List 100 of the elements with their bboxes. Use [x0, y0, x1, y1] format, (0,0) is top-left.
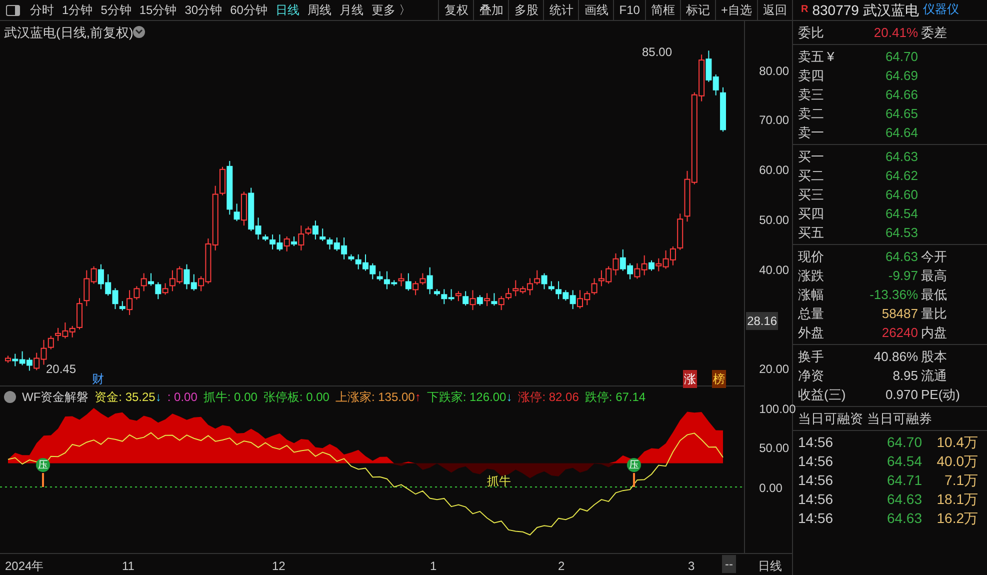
field-label: 委比 [798, 24, 824, 42]
field-label: 股本 [921, 348, 947, 366]
period-tab[interactable]: 周线 [303, 1, 336, 19]
axis-label: 80.00 [759, 63, 790, 80]
collapse-icon[interactable] [4, 391, 16, 403]
current-price-label: 28.16 [746, 312, 778, 330]
field-value: 64.54 [884, 204, 918, 223]
period-tab[interactable]: 15分钟 [135, 1, 181, 19]
axis-label: 12 [272, 558, 286, 575]
axis-label: 50.00 [759, 440, 790, 457]
stock-title: 830779 武汉蓝电 [812, 0, 919, 20]
field-label: 卖一 [798, 124, 824, 142]
chart-title: 武汉蓝电(日线,前复权) [4, 24, 134, 42]
period-tab[interactable]: 日线 [271, 1, 304, 19]
field-label: 收益(三) [798, 386, 846, 404]
field-label: 卖二 [798, 104, 824, 123]
period-label: 日线 [758, 558, 782, 575]
tick-price: 64.63 [886, 509, 922, 528]
period-tab[interactable]: 30分钟 [180, 1, 226, 19]
period-tab[interactable]: 月线 [335, 1, 368, 19]
currency-icon: ¥ [827, 46, 834, 66]
tick-volume: 10.4万 [936, 433, 978, 452]
scroll-end-button[interactable]: -- [722, 555, 736, 573]
period-tab[interactable]: 1分钟 [58, 1, 97, 19]
field-value: 8.95 [892, 366, 918, 385]
toolbar-button[interactable]: 标记 [680, 0, 715, 20]
event-marker: 涨 [683, 370, 697, 388]
arrow-icon: ↓ [506, 388, 512, 406]
axis-label: 70.00 [759, 112, 790, 129]
field-value: 64.53 [884, 224, 918, 242]
legend-value: 张停板: 0.00 [263, 389, 330, 406]
field-label: 买三 [798, 186, 824, 204]
axis-label: 2024年 [5, 558, 44, 575]
toolbar-button[interactable]: 复权 [438, 0, 474, 20]
toolbar-button[interactable]: 画线 [578, 0, 614, 20]
tick-time: 14:56 [798, 509, 834, 528]
tick-price: 64.70 [886, 433, 922, 452]
legend-value: 下跌家: 126.00 [426, 389, 506, 406]
field-value: 58487 [880, 304, 918, 323]
field-value: 20.41% [872, 24, 918, 42]
toolbar-button[interactable]: 统计 [543, 0, 578, 20]
field-label: 换手 [798, 348, 824, 366]
more-button[interactable]: 更多 〉 [367, 1, 415, 19]
dropdown-icon[interactable] [133, 26, 145, 38]
axis-label: 100.00 [759, 401, 796, 418]
legend-value: 跌停: 67.14 [584, 389, 646, 406]
field-label: 今开 [921, 248, 947, 266]
field-label: PE(动) [921, 386, 960, 404]
field-value: 64.66 [884, 86, 918, 104]
arrow-icon: ↓ [155, 388, 162, 406]
field-value: 64.63 [884, 248, 918, 266]
toolbar-button[interactable]: +自选 [714, 0, 757, 20]
tick-volume: 40.0万 [936, 452, 978, 471]
toolbar-button[interactable]: 返回 [757, 0, 792, 20]
indicator-name: WF资金解磐 [22, 389, 89, 406]
field-label: 净资 [798, 366, 824, 385]
field-label: 卖五 [798, 48, 824, 66]
axis-label: 50.00 [759, 212, 790, 229]
field-label: 流通 [921, 366, 947, 385]
field-value: 64.69 [884, 66, 918, 85]
field-label: 最高 [921, 266, 947, 285]
pressure-marker: 压 [36, 458, 50, 472]
field-label: 卖四 [798, 66, 824, 85]
field-label: 现价 [798, 248, 824, 266]
field-value: 64.60 [884, 186, 918, 204]
field-value: 64.62 [884, 166, 918, 185]
field-label: 外盘 [798, 324, 824, 342]
field-value: -9.97 [887, 266, 918, 285]
tick-volume: 16.2万 [936, 509, 978, 528]
legend-value: 涨停: 82.06 [518, 389, 579, 406]
tick-price: 64.63 [886, 490, 922, 509]
arrow-icon: ↑ [414, 388, 421, 406]
field-value: 26240 [880, 324, 918, 342]
axis-label: 60.00 [759, 162, 790, 179]
field-value: 64.64 [884, 124, 918, 142]
toolbar-button[interactable]: 多股 [508, 0, 544, 20]
axis-label: 1 [430, 558, 437, 575]
period-tab[interactable]: 60分钟 [226, 1, 272, 19]
panel-toggle-icon[interactable] [6, 4, 20, 16]
low-price-label: 20.45 [46, 361, 76, 378]
column-header: 当日可融券 [867, 410, 932, 428]
legend-value: 资金: 35.25 [94, 389, 156, 406]
field-label: 涨跌 [798, 266, 824, 285]
period-tab[interactable]: 分时 [26, 1, 58, 19]
legend-value: : 0.00 [167, 389, 198, 406]
toolbar-button[interactable]: F10 [613, 0, 645, 20]
field-label: 买四 [798, 204, 824, 223]
axis-label: 0.00 [759, 480, 782, 497]
field-value: 64.63 [884, 148, 918, 166]
axis-label: 20.00 [759, 361, 790, 378]
column-header: 当日可融资 [798, 410, 863, 428]
field-label: 最低 [921, 286, 947, 304]
toolbar-button[interactable]: 叠加 [473, 0, 508, 20]
toolbar-button[interactable]: 简框 [644, 0, 680, 20]
event-marker: 财 [92, 371, 104, 388]
field-label: 买五 [798, 224, 824, 242]
legend-value: 抓牛: 0.00 [203, 389, 258, 406]
period-tab[interactable]: 5分钟 [96, 1, 136, 19]
tick-time: 14:56 [798, 433, 834, 452]
event-marker: 榜 [712, 370, 726, 388]
